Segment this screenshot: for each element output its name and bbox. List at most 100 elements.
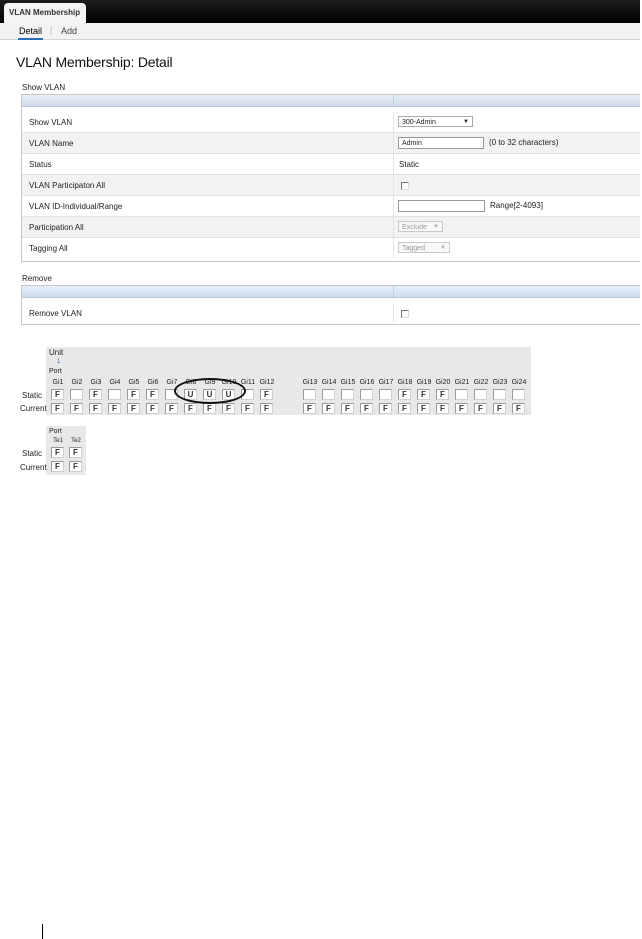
current-cell-gi7: F: [165, 403, 178, 414]
top-tab-bar: VLAN Membership: [0, 0, 640, 23]
unit-label: Unit: [49, 348, 64, 357]
port-label-gi17: Gi17: [378, 379, 394, 386]
static-cell-gi1[interactable]: F: [51, 389, 64, 400]
port-label-gi12: Gi12: [259, 379, 275, 386]
static-cell-gi22[interactable]: [474, 389, 487, 400]
current-cell-gi3: F: [89, 403, 102, 414]
static-cell-gi15[interactable]: [341, 389, 354, 400]
vlan-id-range-input[interactable]: [398, 200, 485, 212]
remove-vlan-checkbox[interactable]: [401, 310, 409, 318]
show-vlan-panel-header: [22, 95, 640, 107]
row-participation-all: Participation All Exclude ▼: [22, 217, 640, 238]
chevron-down-icon: ▼: [433, 224, 439, 230]
unit-number[interactable]: 1: [57, 359, 60, 365]
te-static-cell-te1[interactable]: F: [51, 447, 64, 458]
current-cell-gi22: F: [474, 403, 487, 414]
show-vlan-panel: Show VLAN 300-Admin ▼ VLAN Name Admin (0…: [21, 94, 640, 262]
current-cell-gi5: F: [127, 403, 140, 414]
port-label-gi19: Gi19: [416, 379, 432, 386]
show-vlan-select[interactable]: 300-Admin ▼: [398, 116, 473, 127]
static-cell-gi24[interactable]: [512, 389, 525, 400]
port-label-gi14: Gi14: [321, 379, 337, 386]
remove-panel: Remove VLAN: [21, 285, 640, 325]
static-cell-gi20[interactable]: F: [436, 389, 449, 400]
static-cell-gi19[interactable]: F: [417, 389, 430, 400]
row-remove-vlan: Remove VLAN: [22, 303, 640, 323]
participation-all-select-value: Exclude: [402, 224, 427, 231]
row-show-vlan: Show VLAN 300-Admin ▼: [22, 112, 640, 133]
tagging-all-select[interactable]: Tagged ▼: [398, 242, 450, 253]
vlan-name-label: VLAN Name: [29, 139, 74, 148]
subnav-detail[interactable]: Detail: [17, 26, 44, 40]
port-label-gi22: Gi22: [473, 379, 489, 386]
port-label-gi15: Gi15: [340, 379, 356, 386]
static-cell-gi4[interactable]: [108, 389, 121, 400]
static-cell-gi16[interactable]: [360, 389, 373, 400]
static-cell-gi23[interactable]: [493, 389, 506, 400]
current-cell-gi15: F: [341, 403, 354, 414]
te-port-label-te1: Te1: [53, 438, 63, 444]
subnav-add[interactable]: Add: [61, 26, 77, 36]
current-cell-gi12: F: [260, 403, 273, 414]
current-cell-gi19: F: [417, 403, 430, 414]
static-cell-gi17[interactable]: [379, 389, 392, 400]
static-cell-gi13[interactable]: [303, 389, 316, 400]
te-static-cell-te2[interactable]: F: [69, 447, 82, 458]
current-cell-gi1: F: [51, 403, 64, 414]
port-label-gi5: Gi5: [128, 379, 140, 386]
sub-navigation: Detail | Add: [0, 23, 640, 40]
static-cell-gi12[interactable]: F: [260, 389, 273, 400]
port-label-gi3: Gi3: [90, 379, 102, 386]
row-vlan-participation-all: VLAN Participaton All: [22, 175, 640, 196]
port-header-label: Port: [49, 368, 62, 375]
port-label-gi23: Gi23: [492, 379, 508, 386]
current-cell-gi6: F: [146, 403, 159, 414]
current-cell-gi9: F: [203, 403, 216, 414]
te-current-row-label: Current: [20, 463, 47, 472]
current-cell-gi2: F: [70, 403, 83, 414]
static-cell-gi3[interactable]: F: [89, 389, 102, 400]
static-cell-gi21[interactable]: [455, 389, 468, 400]
te-current-cell-te1: F: [51, 461, 64, 472]
current-cell-gi13: F: [303, 403, 316, 414]
status-value: Static: [399, 160, 420, 169]
tagging-all-label: Tagging All: [29, 244, 68, 253]
participation-all-label: Participation All: [29, 223, 84, 232]
remove-vlan-label: Remove VLAN: [29, 309, 82, 318]
te-port-label-te2: Te2: [71, 438, 81, 444]
static-cell-gi6[interactable]: F: [146, 389, 159, 400]
te-current-cell-te2: F: [69, 461, 82, 472]
vlan-participation-all-checkbox[interactable]: [401, 182, 409, 190]
row-vlan-name: VLAN Name Admin (0 to 32 characters): [22, 133, 640, 154]
screenshot-panel: VLAN Membership Detail | Add VLAN Member…: [0, 0, 640, 483]
page-title: VLAN Membership: Detail: [16, 54, 173, 70]
current-cell-gi16: F: [360, 403, 373, 414]
te-port-header-label: Port: [49, 428, 62, 435]
static-cell-gi5[interactable]: F: [127, 389, 140, 400]
show-vlan-select-value: 300-Admin: [402, 119, 436, 126]
current-cell-gi20: F: [436, 403, 449, 414]
port-label-gi21: Gi21: [454, 379, 470, 386]
static-cell-gi18[interactable]: F: [398, 389, 411, 400]
tab-vlan-membership[interactable]: VLAN Membership: [4, 3, 86, 23]
show-vlan-section-title: Show VLAN: [22, 83, 66, 92]
vlan-participation-all-label: VLAN Participaton All: [29, 181, 106, 190]
port-label-gi1: Gi1: [52, 379, 64, 386]
port-label-gi4: Gi4: [109, 379, 121, 386]
current-cell-gi18: F: [398, 403, 411, 414]
participation-all-select[interactable]: Exclude ▼: [398, 221, 443, 232]
chevron-down-icon: ▼: [440, 245, 446, 251]
current-cell-gi11: F: [241, 403, 254, 414]
port-label-gi6: Gi6: [147, 379, 159, 386]
static-cell-gi2[interactable]: [70, 389, 83, 400]
subnav-separator: |: [50, 25, 53, 35]
current-cell-gi23: F: [493, 403, 506, 414]
page-margin-mark: [42, 924, 43, 939]
static-cell-gi14[interactable]: [322, 389, 335, 400]
port-label-gi20: Gi20: [435, 379, 451, 386]
te-static-row-label: Static: [22, 449, 43, 458]
current-row-label: Current: [20, 404, 47, 413]
vlan-name-input[interactable]: Admin: [398, 137, 484, 149]
row-tagging-all: Tagging All Tagged ▼: [22, 238, 640, 258]
current-cell-gi24: F: [512, 403, 525, 414]
